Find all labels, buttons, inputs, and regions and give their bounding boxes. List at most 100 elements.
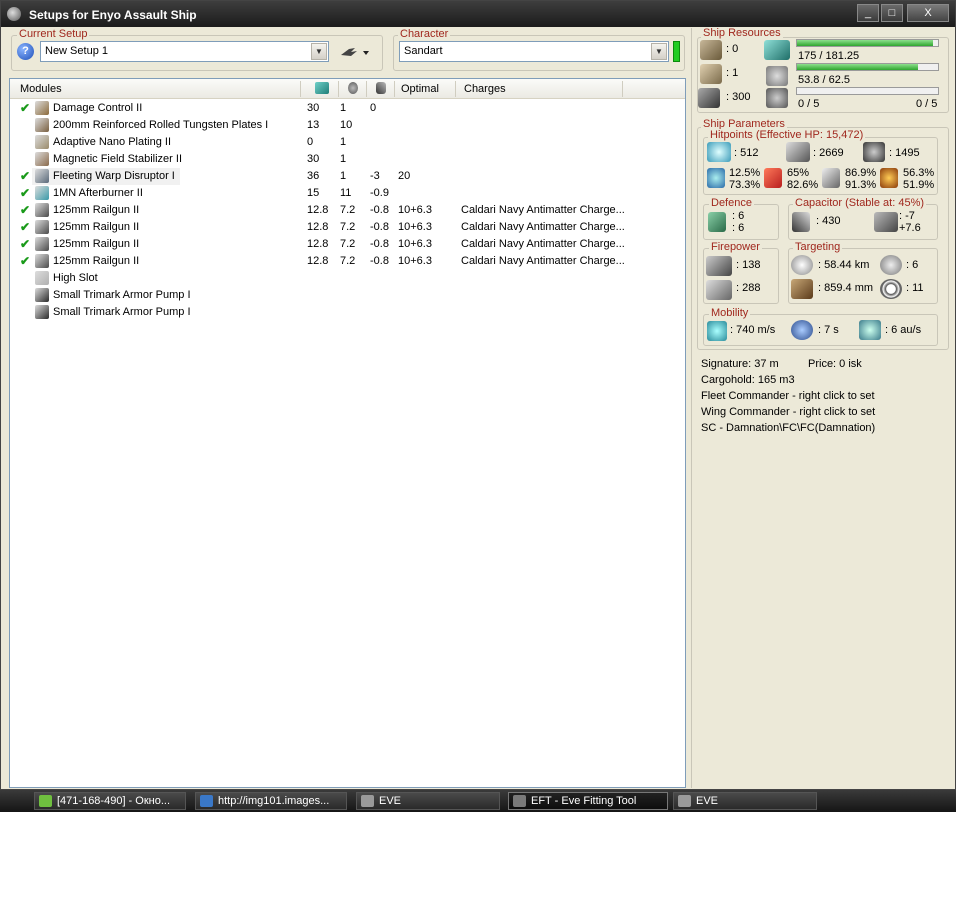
capacitor-column-icon[interactable]	[376, 82, 386, 94]
cargohold-text: Cargohold: 165 m3	[701, 374, 795, 386]
cpu-value: 175 / 181.25	[798, 50, 860, 62]
module-charges[interactable]: Caldari Navy Antimatter Charge...	[461, 204, 625, 216]
module-row[interactable]: 200mm Reinforced Rolled Tungsten Plates …	[10, 117, 685, 134]
hitpoints-label: Hitpoints (Effective HP: 15,472)	[708, 129, 866, 141]
capacitor-icon	[792, 212, 810, 232]
module-powergrid: 7.2	[340, 255, 356, 267]
fleet-commander-text[interactable]: Fleet Commander - right click to set	[701, 390, 875, 402]
ship-menu-button[interactable]	[339, 43, 371, 61]
explosive-resist-icon	[880, 168, 898, 188]
module-powergrid: 1	[340, 136, 347, 148]
module-capacitor: -0.9	[370, 187, 389, 199]
character-select[interactable]: Sandart ▼	[399, 41, 669, 62]
powergrid-column-icon[interactable]	[348, 82, 358, 94]
module-row[interactable]: High Slot	[10, 270, 685, 287]
module-icon	[35, 305, 49, 319]
cpu-column-icon[interactable]	[315, 82, 329, 94]
taskbar-button[interactable]: EVE	[356, 792, 500, 810]
taskbar-button[interactable]: EFT - Eve Fitting Tool	[508, 792, 668, 810]
hull-icon	[863, 142, 885, 162]
header-charges[interactable]: Charges	[464, 83, 506, 95]
current-setup-label: Current Setup	[17, 28, 90, 40]
module-row[interactable]: ✔ Fleeting Warp Disruptor I 36 1 -3 20	[10, 168, 685, 185]
module-row[interactable]: Magnetic Field Stabilizer II 30 1	[10, 151, 685, 168]
setup-select[interactable]: New Setup 1 ▼	[40, 41, 329, 62]
drones-right: 0 / 5	[916, 98, 938, 110]
title-bar[interactable]: Setups for Enyo Assault Ship _ □ X	[1, 1, 955, 27]
signature-text: Signature: 37 m	[701, 358, 779, 370]
cpu-bar-fill	[797, 40, 934, 46]
module-row[interactable]: ✔ Damage Control II 30 1 0	[10, 100, 685, 117]
align-time-icon	[791, 320, 813, 340]
taskbar-button[interactable]: EVE	[673, 792, 817, 810]
module-charges[interactable]: Caldari Navy Antimatter Charge...	[461, 255, 625, 267]
explosive-resist-shield: 56.3%	[903, 167, 935, 179]
chevron-down-icon[interactable]: ▼	[311, 43, 327, 60]
module-name: Small Trimark Armor Pump I	[53, 289, 191, 301]
active-check-icon[interactable]: ✔	[20, 186, 30, 200]
warp-speed-icon	[859, 320, 881, 340]
active-check-icon[interactable]: ✔	[20, 203, 30, 217]
active-check-icon[interactable]: ✔	[20, 101, 30, 115]
powergrid-bar-fill	[797, 64, 919, 70]
drone-bar	[796, 87, 939, 95]
active-check-icon[interactable]: ✔	[20, 254, 30, 268]
mobility-align: : 7 s	[818, 324, 839, 336]
task-app-icon	[361, 795, 374, 807]
em-resist-shield: 12.5%	[729, 167, 761, 179]
header-optimal[interactable]: Optimal	[401, 83, 439, 95]
header-modules[interactable]: Modules	[20, 83, 62, 95]
thermal-resist-icon	[764, 168, 782, 188]
minimize-button[interactable]: _	[857, 4, 879, 22]
shield-icon	[707, 142, 731, 162]
turret-dps-icon	[706, 256, 732, 276]
active-check-icon[interactable]: ✔	[20, 237, 30, 251]
kinetic-resist-icon	[822, 168, 840, 188]
close-button[interactable]: X	[907, 4, 949, 22]
capacitor-label: Capacitor (Stable at: 45%)	[793, 197, 927, 209]
active-check-icon[interactable]: ✔	[20, 220, 30, 234]
chevron-down-icon[interactable]: ▼	[651, 43, 667, 60]
module-row[interactable]: ✔ 125mm Railgun II 12.8 7.2 -0.8 10+6.3 Caldar…	[10, 236, 685, 253]
wing-commander-text[interactable]: Wing Commander - right click to set	[701, 406, 875, 418]
module-row[interactable]: Adaptive Nano Plating II 0 1	[10, 134, 685, 151]
armor-hp: : 2669	[813, 147, 844, 159]
help-icon[interactable]: ?	[17, 43, 34, 60]
targeting-label: Targeting	[793, 241, 843, 253]
eft-window: Setups for Enyo Assault Ship _ □ X Curre…	[0, 0, 956, 790]
module-name: Small Trimark Armor Pump I	[53, 306, 191, 318]
kinetic-resist-shield: 86.9%	[845, 167, 877, 179]
module-row[interactable]: ✔ 125mm Railgun II 12.8 7.2 -0.8 10+6.3 Caldar…	[10, 253, 685, 270]
powergrid-bar	[796, 63, 939, 71]
module-row[interactable]: ✔ 125mm Railgun II 12.8 7.2 -0.8 10+6.3 Caldar…	[10, 219, 685, 236]
modules-list[interactable]: Modules Optimal Charges ✔ Damage Control …	[9, 78, 686, 788]
module-capacitor: -0.8	[370, 238, 389, 250]
firepower-label: Firepower	[709, 241, 762, 253]
module-icon	[35, 101, 49, 115]
task-app-icon	[513, 795, 526, 807]
module-cpu: 0	[307, 136, 314, 148]
module-capacitor: -0.8	[370, 255, 389, 267]
taskbar-button[interactable]: [471-168-490] - Окно...	[34, 792, 186, 810]
module-icon	[35, 118, 49, 132]
module-charges[interactable]: Caldari Navy Antimatter Charge...	[461, 221, 625, 233]
module-icon	[35, 271, 49, 285]
calibration-value: : 300	[726, 91, 751, 103]
taskbar-button[interactable]: http://img101.images...	[195, 792, 347, 810]
module-name: 125mm Railgun II	[53, 255, 140, 267]
module-charges[interactable]: Caldari Navy Antimatter Charge...	[461, 238, 625, 250]
module-icon	[35, 135, 49, 149]
launcher-slots: : 1	[726, 67, 739, 79]
module-row[interactable]: Small Trimark Armor Pump I	[10, 287, 685, 304]
ship-info-panel: Ship Resources : 0 : 1 : 300 175 / 181.2…	[691, 27, 953, 788]
maximize-button[interactable]: □	[881, 4, 903, 22]
squad-commander-text[interactable]: SC - Damnation\FC\FC(Damnation)	[701, 422, 875, 434]
active-check-icon[interactable]: ✔	[20, 169, 30, 183]
module-powergrid: 7.2	[340, 238, 356, 250]
module-icon	[35, 288, 49, 302]
module-row[interactable]: ✔ 125mm Railgun II 12.8 7.2 -0.8 10+6.3 Caldar…	[10, 202, 685, 219]
module-icon	[35, 254, 49, 268]
module-row[interactable]: Small Trimark Armor Pump I	[10, 304, 685, 321]
module-row[interactable]: ✔ 1MN Afterburner II 15 11 -0.9	[10, 185, 685, 202]
task-label: EVE	[696, 795, 719, 807]
